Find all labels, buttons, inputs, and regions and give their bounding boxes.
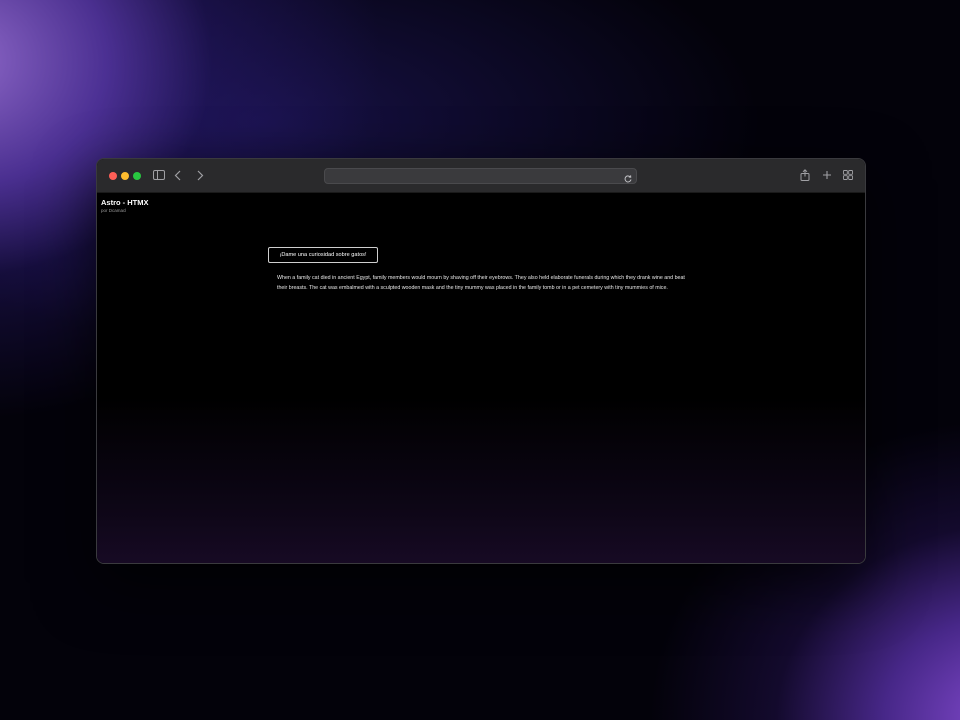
share-icon[interactable] [798, 167, 812, 183]
maximize-window-button[interactable] [133, 172, 141, 180]
chevron-right-icon[interactable] [194, 167, 206, 183]
chevron-left-icon[interactable] [172, 167, 184, 183]
minimize-window-button[interactable] [121, 172, 129, 180]
browser-window: Astro - HTMX por Dcamacl ¡Dame una curio… [96, 158, 866, 564]
web-page: Astro - HTMX por Dcamacl ¡Dame una curio… [97, 193, 865, 563]
sidebar-icon[interactable] [152, 167, 166, 183]
cat-fact-text: When a family cat died in ancient Egypt,… [277, 275, 685, 291]
cat-fact-button[interactable]: ¡Dame una curiosidad sobre gatos! [268, 247, 378, 263]
site-byline: por Dcamacl [101, 208, 127, 213]
plus-icon[interactable] [820, 167, 834, 183]
address-bar[interactable] [324, 168, 637, 184]
close-window-button[interactable] [109, 172, 117, 180]
site-title: Astro - HTMX [101, 198, 149, 207]
tab-grid-icon[interactable] [841, 167, 855, 183]
reload-icon[interactable] [623, 171, 633, 183]
browser-toolbar [97, 159, 865, 193]
